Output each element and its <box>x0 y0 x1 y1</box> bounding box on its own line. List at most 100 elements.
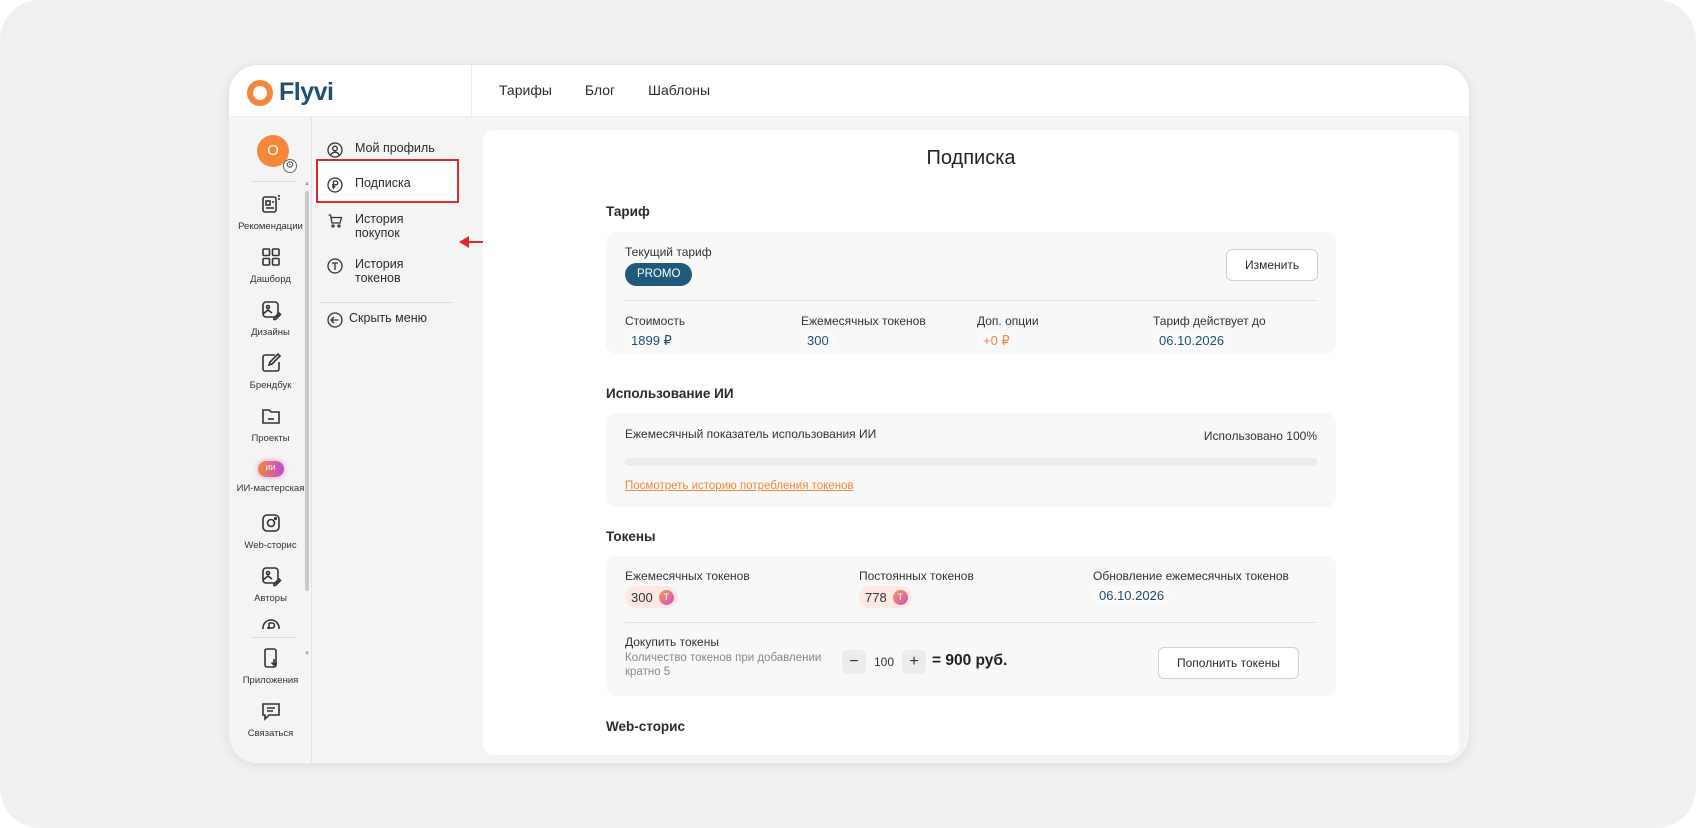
ruble-coin-icon <box>261 619 280 629</box>
monthly-tokens-label: Ежемесячных токенов <box>625 569 750 583</box>
nav-tariffs-link[interactable]: Тарифы <box>499 82 552 98</box>
logo[interactable]: Flyvi <box>247 78 334 107</box>
icon-rail: О ⚙ ▲ ▼ Рекомендации Дашборд Дизайны Бре… <box>229 117 312 763</box>
decrease-quantity-button[interactable]: − <box>842 650 866 674</box>
chat-icon <box>261 703 280 721</box>
nav-templates-link[interactable]: Шаблоны <box>648 82 710 98</box>
rail-item-contact[interactable]: Связаться <box>229 700 312 739</box>
token-quantity-value[interactable]: 100 <box>874 655 894 669</box>
submenu-item-purchase-history[interactable]: История покупок <box>327 212 403 240</box>
rail-item-designs[interactable]: Дизайны <box>229 299 312 338</box>
logo-ring-icon <box>247 79 273 106</box>
rail-item-partial[interactable] <box>229 617 312 629</box>
token-circle-icon <box>327 258 343 274</box>
ai-usage-section-title: Использование ИИ <box>606 386 734 401</box>
rail-label: ИИ-мастерская <box>236 483 305 494</box>
submenu-label: Мой профиль <box>355 141 435 155</box>
submenu-label-line-1: История <box>355 212 404 226</box>
submenu-label: История токенов <box>355 257 403 285</box>
increase-quantity-button[interactable]: + <box>902 650 926 674</box>
monthly-tokens-label: Ежемесячных токенов <box>801 314 926 328</box>
submenu-divider <box>321 302 453 303</box>
web-stories-section-title: Web-сторис <box>606 719 685 734</box>
permanent-tokens-pill: 778 T <box>859 586 912 608</box>
recommendations-icon <box>261 195 280 213</box>
ai-workshop-icon: ИИ <box>257 461 284 477</box>
authors-image-icon <box>261 567 282 587</box>
rail-item-brandbook[interactable]: Брендбук <box>229 352 312 391</box>
rail-bottom-divider <box>251 637 295 638</box>
user-circle-icon <box>327 142 343 158</box>
brandbook-edit-icon <box>261 352 281 372</box>
dashboard-grid-icon <box>261 248 280 266</box>
ai-usage-progress-bar <box>625 458 1317 466</box>
hide-menu-button[interactable]: Скрыть меню <box>327 311 427 328</box>
screenshot-background: Flyvi Тарифы Блог Шаблоны О ⚙ ▲ ▼ Рекоме… <box>0 0 1696 828</box>
top-nav: Тарифы Блог Шаблоны <box>499 82 710 98</box>
tokens-section-title: Токены <box>606 529 656 544</box>
token-coin-icon: T <box>658 589 674 605</box>
subscription-panel: Подписка Тариф Текущий тариф PROMO Измен… <box>483 130 1459 755</box>
submenu-item-token-history[interactable]: История токенов <box>327 257 403 285</box>
submenu-item-subscription[interactable]: Подписка <box>327 176 411 193</box>
rail-item-recommendations[interactable]: Рекомендации <box>229 193 312 232</box>
top-up-tokens-button[interactable]: Пополнить токены <box>1158 647 1299 679</box>
submenu-label: История покупок <box>355 212 403 240</box>
top-bar: Flyvi Тарифы Блог Шаблоны <box>229 65 1469 117</box>
rail-label: Брендбук <box>249 380 292 391</box>
change-tariff-button[interactable]: Изменить <box>1226 249 1319 281</box>
token-renewal-value: 06.10.2026 <box>1093 586 1171 605</box>
rail-label: Дашборд <box>250 274 291 285</box>
current-tariff-label: Текущий тариф <box>625 245 712 259</box>
token-coin-icon: T <box>892 589 908 605</box>
extra-options-value: +0 ₽ <box>977 331 1016 351</box>
profile-submenu: Мой профиль Подписка История покупок Ист… <box>313 117 461 763</box>
settings-gear-icon[interactable]: ⚙ <box>283 159 297 173</box>
monthly-tokens-value: 300 <box>631 589 653 605</box>
permanent-tokens-value: 778 <box>865 589 887 605</box>
cart-icon <box>328 214 343 228</box>
page-title: Подписка <box>926 147 1016 169</box>
rail-item-projects[interactable]: Проекты <box>229 405 312 444</box>
arrow-left-circle-icon <box>327 312 343 328</box>
rail-label: Связаться <box>247 728 294 739</box>
tariff-section-title: Тариф <box>606 204 650 219</box>
rail-label: Проекты <box>251 433 290 444</box>
cost-value: 1899 ₽ <box>625 331 678 351</box>
rail-label: Авторы <box>254 593 287 604</box>
rail-label: Рекомендации <box>238 221 303 232</box>
folder-icon <box>261 409 280 424</box>
tariff-valid-label: Тариф действует до <box>1153 314 1266 328</box>
nav-blog-link[interactable]: Блог <box>585 82 615 98</box>
rail-label: Приложения <box>242 675 299 686</box>
submenu-label-line-2: токенов <box>355 271 401 285</box>
buy-tokens-label: Докупить токены <box>625 635 719 649</box>
permanent-tokens-label: Постоянных токенов <box>859 569 974 583</box>
submenu-item-profile[interactable]: Мой профиль <box>327 141 435 158</box>
card-divider <box>625 300 1317 301</box>
tokens-card: Ежемесячных токенов 300 T Постоянных ток… <box>606 556 1336 696</box>
submenu-label: Подписка <box>355 176 411 190</box>
submenu-label-line-2: покупок <box>355 226 400 240</box>
monthly-tokens-pill: 300 T <box>625 586 678 608</box>
monthly-tokens-value: 300 <box>801 331 835 350</box>
ai-usage-progress-fill <box>625 458 1317 466</box>
rail-label: Дизайны <box>251 327 290 338</box>
tariff-card: Текущий тариф PROMO Изменить Стоимость 1… <box>606 232 1336 354</box>
topbar-divider <box>471 65 472 117</box>
buy-tokens-hint-line-1: Количество токенов при добавлении <box>625 652 822 664</box>
rail-item-authors[interactable]: Авторы <box>229 565 312 604</box>
mobile-download-icon <box>263 648 277 668</box>
rail-item-web-stories[interactable]: Web-сторис <box>229 512 312 551</box>
submenu-label: Скрыть меню <box>349 311 427 325</box>
submenu-label-line-1: История <box>355 257 404 271</box>
scroll-up-icon[interactable]: ▲ <box>304 181 310 187</box>
app-window: Flyvi Тарифы Блог Шаблоны О ⚙ ▲ ▼ Рекоме… <box>228 64 1470 764</box>
ruble-circle-icon <box>327 177 343 193</box>
rail-item-apps[interactable]: Приложения <box>229 647 312 686</box>
token-consumption-history-link[interactable]: Посмотреть историю потребления токенов <box>625 480 854 492</box>
extra-options-label: Доп. опции <box>977 314 1039 328</box>
rail-item-dashboard[interactable]: Дашборд <box>229 246 312 285</box>
ai-usage-card: Ежемесячный показатель использования ИИ … <box>606 413 1336 507</box>
rail-item-ai-workshop[interactable]: ИИ ИИ-мастерская <box>229 461 312 494</box>
